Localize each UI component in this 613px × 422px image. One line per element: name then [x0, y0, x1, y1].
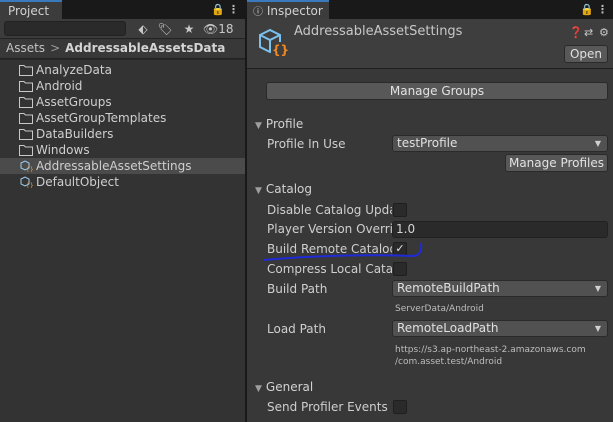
- list-item-label: DefaultObject: [36, 175, 119, 189]
- kebab-menu-icon[interactable]: ⋮: [228, 0, 239, 19]
- search-by-type-icon[interactable]: ⬖: [134, 20, 152, 38]
- list-item[interactable]: {} DefaultObject: [0, 174, 245, 190]
- list-item-label: Windows: [36, 143, 90, 157]
- list-item-label: AssetGroupTemplates: [36, 111, 167, 125]
- scriptable-object-icon: {}: [20, 160, 33, 173]
- search-by-label-icon[interactable]: 🏷: [156, 20, 174, 38]
- list-item[interactable]: DataBuilders: [0, 126, 245, 142]
- folder-icon: [19, 97, 33, 108]
- lock-icon[interactable]: 🔒: [211, 0, 225, 19]
- svg-text:{}: {}: [26, 167, 33, 173]
- list-item-label: AnalyzeData: [36, 63, 112, 77]
- inspector-panel: ⓘ Inspector 🔒 ⋮ {} AddressableAssetSetti…: [247, 0, 613, 422]
- breadcrumb: Assets > AddressableAssetsData: [0, 39, 245, 59]
- hidden-packages-toggle[interactable]: 👁18: [203, 20, 243, 38]
- folder-icon: [19, 129, 33, 140]
- file-list: AnalyzeData Android AssetGroups AssetGro…: [0, 60, 245, 422]
- scriptable-object-icon: {}: [20, 176, 33, 189]
- folder-icon: [19, 81, 33, 92]
- list-item-label: AddressableAssetSettings: [36, 159, 192, 173]
- breadcrumb-current[interactable]: AddressableAssetsData: [65, 41, 225, 55]
- folder-icon: [19, 145, 33, 156]
- eye-slash-icon: 👁: [203, 22, 219, 36]
- project-panel: Project 🔒 ⋮ ⬖ 🏷 ★ 👁18 Assets > Addressable…: [0, 0, 245, 422]
- list-item-selected[interactable]: {} AddressableAssetSettings: [0, 158, 245, 174]
- project-tab-label: Project: [8, 4, 50, 18]
- list-item-label: Android: [36, 79, 83, 93]
- annotation-underline: [263, 243, 423, 261]
- list-item-label: AssetGroups: [36, 95, 112, 109]
- list-item[interactable]: Android: [0, 78, 245, 94]
- list-item[interactable]: AssetGroups: [0, 94, 245, 110]
- folder-icon: [19, 113, 33, 124]
- hidden-count: 18: [218, 22, 234, 36]
- search-input[interactable]: [4, 21, 126, 36]
- list-item[interactable]: Windows: [0, 142, 245, 158]
- list-item[interactable]: AssetGroupTemplates: [0, 110, 245, 126]
- breadcrumb-separator: >: [50, 41, 61, 55]
- favorites-star-icon[interactable]: ★: [180, 20, 198, 38]
- project-toolbar: ⬖ 🏷 ★ 👁18: [0, 19, 245, 39]
- svg-text:{}: {}: [26, 183, 33, 189]
- breadcrumb-assets[interactable]: Assets: [6, 41, 45, 55]
- tab-project[interactable]: Project: [0, 0, 62, 19]
- list-item[interactable]: AnalyzeData: [0, 62, 245, 78]
- folder-icon: [19, 65, 33, 76]
- list-item-label: DataBuilders: [36, 127, 114, 141]
